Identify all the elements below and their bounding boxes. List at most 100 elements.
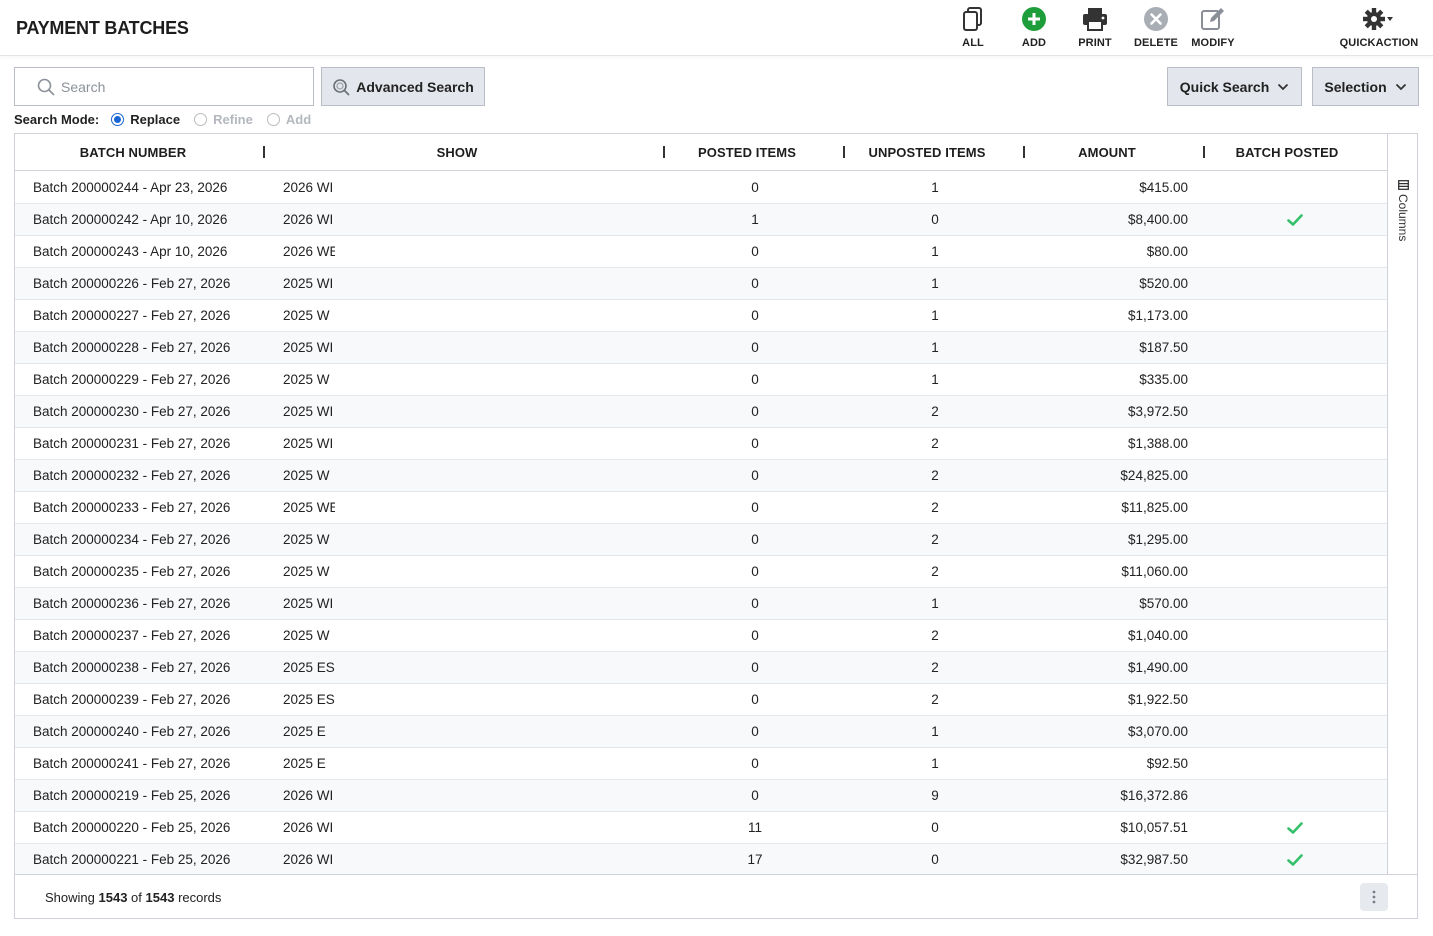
column-resize-handle[interactable]: [1023, 146, 1025, 158]
posted-items-cell: 0: [751, 692, 759, 707]
batch-number-cell: Batch 200000233 - Feb 27, 2026: [33, 500, 231, 515]
table-row[interactable]: Batch 200000219 - Feb 25, 2026 2026 WI 0 9 $…: [15, 780, 1387, 812]
posted-items-cell: 0: [751, 180, 759, 195]
records-label: records: [178, 890, 222, 905]
column-resize-handle[interactable]: [263, 146, 265, 158]
batch-number-cell: Batch 200000234 - Feb 27, 2026: [33, 532, 231, 547]
gear-icon: [1362, 4, 1396, 34]
table-row[interactable]: Batch 200000239 - Feb 27, 2026 2025 ES 0 2 $…: [15, 684, 1387, 716]
modify-button[interactable]: MODIFY: [1178, 4, 1248, 49]
table-row[interactable]: Batch 200000238 - Feb 27, 2026 2025 ES 0 2 $…: [15, 652, 1387, 684]
search-input[interactable]: [61, 78, 301, 95]
table-row[interactable]: Batch 200000228 - Feb 27, 2026 2025 WI 0 1 $…: [15, 332, 1387, 364]
show-cell: 2025 WI: [283, 404, 334, 419]
column-resize-handle[interactable]: [843, 146, 845, 158]
column-header-posted-items[interactable]: POSTED ITEMS: [675, 134, 819, 171]
columns-tab[interactable]: Columns: [1395, 180, 1411, 260]
search-mode-label: Search Mode:: [14, 111, 100, 127]
unposted-items-cell: 0: [931, 852, 939, 867]
table-row[interactable]: Batch 200000240 - Feb 27, 2026 2025 E 0 1 $3…: [15, 716, 1387, 748]
search-mode-replace-radio[interactable]: Replace: [111, 112, 180, 127]
unposted-items-cell: 1: [931, 180, 939, 195]
batch-number-cell: Batch 200000230 - Feb 27, 2026: [33, 404, 231, 419]
table-row[interactable]: Batch 200000230 - Feb 27, 2026 2025 WI 0 2 $…: [15, 396, 1387, 428]
table-row[interactable]: Batch 200000221 - Feb 25, 2026 2026 WI 17 0…: [15, 844, 1387, 876]
advanced-search-button[interactable]: Advanced Search: [321, 67, 485, 106]
grid-footer: Showing 1543 of 1543 records: [15, 874, 1417, 918]
posted-items-cell: 0: [751, 564, 759, 579]
copy-icon: [962, 4, 984, 34]
batch-posted-cell: [1215, 556, 1375, 587]
table-row[interactable]: Batch 200000241 - Feb 27, 2026 2025 E 0 1 $9…: [15, 748, 1387, 780]
posted-items-cell: 1: [751, 212, 759, 227]
column-resize-handle[interactable]: [663, 146, 665, 158]
selection-button[interactable]: Selection: [1312, 67, 1419, 106]
batch-posted-cell: [1215, 268, 1375, 299]
table-row[interactable]: Batch 200000232 - Feb 27, 2026 2025 W 0 2 $2…: [15, 460, 1387, 492]
kebab-menu-icon: [1372, 890, 1376, 904]
all-label: ALL: [962, 37, 984, 49]
posted-items-cell: 0: [751, 660, 759, 675]
table-row[interactable]: Batch 200000227 - Feb 27, 2026 2025 W 0 1 $1…: [15, 300, 1387, 332]
table-row[interactable]: Batch 200000220 - Feb 25, 2026 2026 WI 11 0…: [15, 812, 1387, 844]
amount-cell: $80.00: [1146, 244, 1188, 259]
table-row[interactable]: Batch 200000234 - Feb 27, 2026 2025 W 0 2 $1…: [15, 524, 1387, 556]
batch-number-cell: Batch 200000235 - Feb 27, 2026: [33, 564, 231, 579]
amount-cell: $11,825.00: [1121, 500, 1188, 515]
quickaction-button[interactable]: QUICKACTION: [1336, 4, 1422, 49]
table-row[interactable]: Batch 200000231 - Feb 27, 2026 2025 WI 0 2 $…: [15, 428, 1387, 460]
quick-search-button[interactable]: Quick Search: [1167, 67, 1302, 106]
table-row[interactable]: Batch 200000226 - Feb 27, 2026 2025 WI 0 1 $…: [15, 268, 1387, 300]
batch-number-cell: Batch 200000244 - Apr 23, 2026: [33, 180, 228, 195]
print-button[interactable]: PRINT: [1060, 4, 1130, 49]
column-resize-handle[interactable]: [1203, 146, 1205, 158]
posted-items-cell: 0: [751, 340, 759, 355]
table-row[interactable]: Batch 200000229 - Feb 27, 2026 2025 W 0 1 $3…: [15, 364, 1387, 396]
posted-items-cell: 0: [751, 404, 759, 419]
more-options-button[interactable]: [1360, 883, 1388, 911]
table-row[interactable]: Batch 200000237 - Feb 27, 2026 2025 W 0 2 $1…: [15, 620, 1387, 652]
table-row[interactable]: Batch 200000244 - Apr 23, 2026 2026 WI 0 1 $…: [15, 172, 1387, 204]
show-cell: 2026 WE: [283, 244, 335, 259]
column-header-show[interactable]: SHOW: [275, 134, 639, 171]
table-row[interactable]: Batch 200000233 - Feb 27, 2026 2025 WE 0 2 $…: [15, 492, 1387, 524]
batch-number-cell: Batch 200000219 - Feb 25, 2026: [33, 788, 231, 803]
all-button[interactable]: ALL: [938, 4, 1008, 49]
amount-cell: $24,825.00: [1120, 468, 1188, 483]
unposted-items-cell: 1: [931, 756, 939, 771]
amount-cell: $570.00: [1139, 596, 1188, 611]
show-cell: 2025 E: [283, 724, 326, 739]
show-cell: 2025 WI: [283, 436, 334, 451]
column-header-unposted-items[interactable]: UNPOSTED ITEMS: [855, 134, 999, 171]
show-cell: 2025 WI: [283, 276, 334, 291]
column-header-batch-number[interactable]: BATCH NUMBER: [33, 134, 233, 171]
search-mode-add-label: Add: [285, 111, 312, 127]
amount-cell: $1,173.00: [1127, 308, 1188, 323]
add-button[interactable]: ADD: [999, 4, 1069, 49]
check-icon: [1287, 213, 1303, 226]
chevron-down-icon: [1277, 83, 1289, 91]
table-row[interactable]: Batch 200000235 - Feb 27, 2026 2025 W 0 2 $1…: [15, 556, 1387, 588]
batch-number-cell: Batch 200000236 - Feb 27, 2026: [33, 596, 231, 611]
search-icon: [37, 78, 55, 96]
search-mode-refine-radio[interactable]: Refine: [194, 112, 253, 127]
unposted-items-cell: 2: [931, 564, 939, 579]
posted-items-cell: 0: [751, 276, 759, 291]
advanced-search-icon: [332, 78, 350, 96]
advanced-search-label: Advanced Search: [356, 78, 474, 95]
table-row[interactable]: Batch 200000236 - Feb 27, 2026 2025 WI 0 1 $…: [15, 588, 1387, 620]
posted-items-cell: 0: [751, 308, 759, 323]
column-header-batch-posted[interactable]: BATCH POSTED: [1215, 134, 1359, 171]
table-row[interactable]: Batch 200000243 - Apr 10, 2026 2026 WE 0 1 $…: [15, 236, 1387, 268]
batch-posted-cell: [1215, 396, 1375, 427]
table-row[interactable]: Batch 200000242 - Apr 10, 2026 2026 WI 1 0 $…: [15, 204, 1387, 236]
batch-posted-cell: [1215, 652, 1375, 683]
search-box: [14, 67, 314, 106]
unposted-items-cell: 2: [931, 404, 939, 419]
unposted-items-cell: 1: [931, 340, 939, 355]
show-cell: 2025 WI: [283, 340, 334, 355]
batch-posted-cell: [1215, 780, 1375, 811]
search-mode-add-radio[interactable]: Add: [266, 111, 312, 127]
column-header-amount[interactable]: AMOUNT: [1035, 134, 1179, 171]
unposted-items-cell: 1: [931, 244, 939, 259]
